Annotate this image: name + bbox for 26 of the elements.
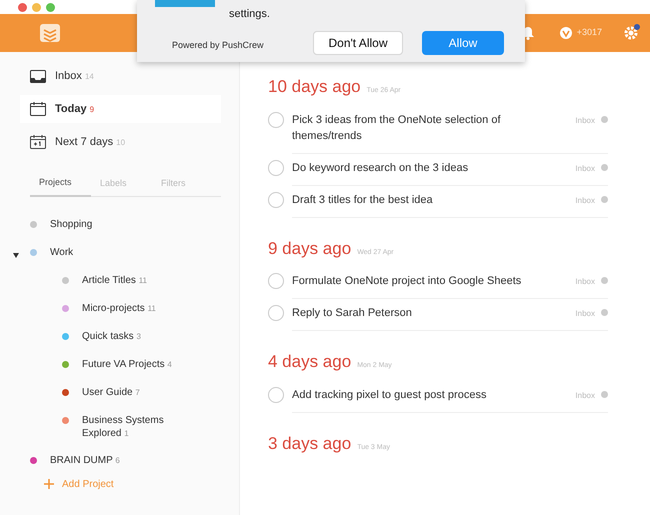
section-heading: 3 days ago — [268, 432, 352, 454]
task-text[interactable]: Reply to Sarah Peterson — [292, 305, 576, 321]
dont-allow-button[interactable]: Don't Allow — [313, 31, 403, 55]
task-text[interactable]: Add tracking pixel to guest post process — [292, 386, 576, 402]
nav-item[interactable]: Next 7 days 10 — [20, 128, 221, 156]
task-text[interactable]: Draft 3 titles for the best idea — [292, 192, 576, 208]
task-text[interactable]: Pick 3 ideas from the OneNote selection of themes/trends — [292, 112, 576, 144]
task-text[interactable]: Do keyword research on the 3 ideas — [292, 160, 576, 176]
project-item[interactable]: Article Titles 11 — [0, 266, 221, 294]
project-item[interactable]: Micro-projects 11 — [0, 294, 221, 322]
project-item[interactable]: BRAIN DUMP 6 — [0, 446, 221, 474]
section-heading: 4 days ago — [268, 351, 352, 373]
popup-message: settings. — [229, 7, 270, 22]
project-item[interactable]: User Guide 7 — [0, 378, 221, 406]
nav-item[interactable]: Inbox 14 — [20, 62, 221, 90]
nav-item[interactable]: Today 9 — [20, 95, 221, 123]
section-heading: 10 days ago — [268, 76, 361, 98]
project-item[interactable]: Quick tasks 3 — [0, 322, 221, 350]
project-item[interactable]: Business Systems Explored 1 — [0, 406, 221, 446]
project-item[interactable]: Shopping — [0, 210, 221, 238]
sidebar-tab[interactable]: Projects — [30, 176, 91, 196]
section-heading: 9 days ago — [268, 238, 352, 260]
project-item[interactable]: Work — [0, 238, 221, 266]
project-item[interactable]: Future VA Projects 4 — [0, 350, 221, 378]
task-text[interactable]: Formulate OneNote project into Google Sheets — [292, 273, 576, 289]
powered-by-text: Powered by PushCrew — [172, 39, 264, 52]
